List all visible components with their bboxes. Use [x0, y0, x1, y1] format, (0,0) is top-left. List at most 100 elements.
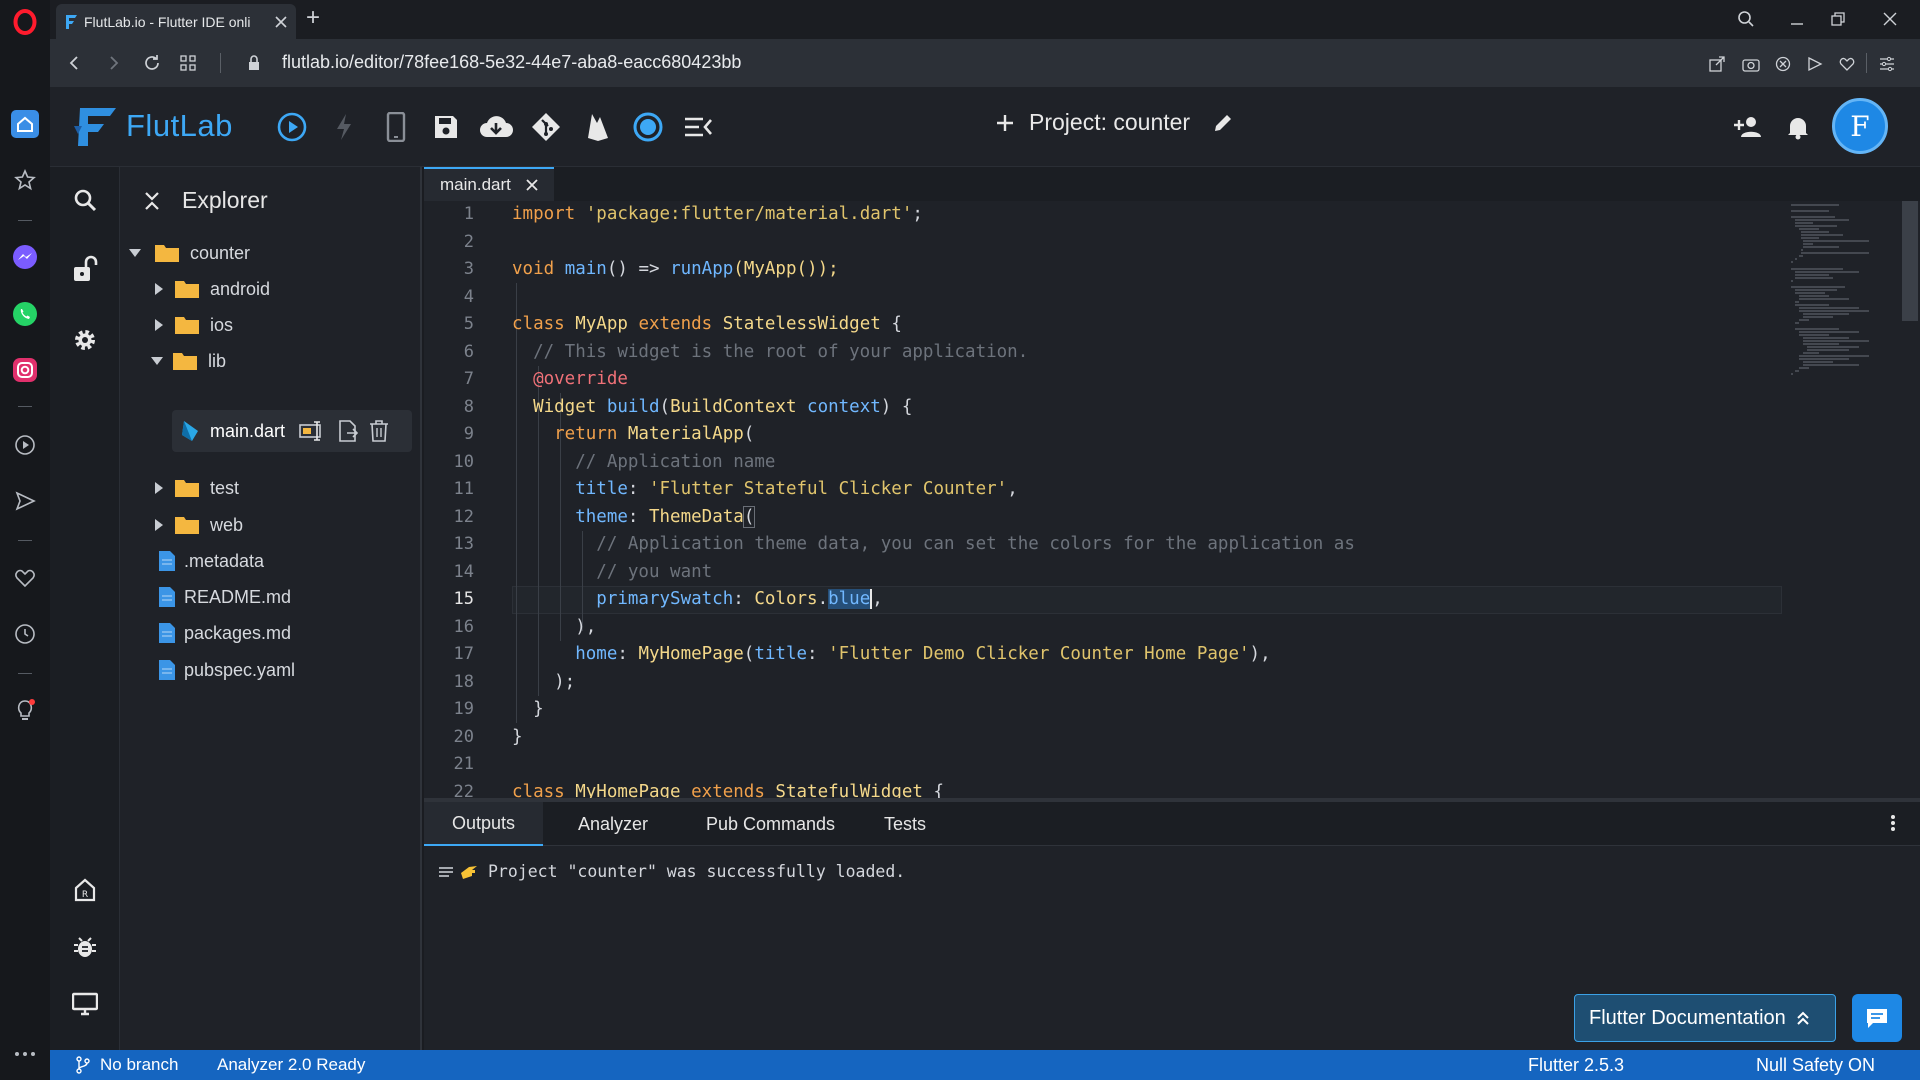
- share-icon[interactable]: [1706, 53, 1728, 75]
- line-number: 9: [463, 424, 474, 444]
- tab-pub-commands[interactable]: Pub Commands: [678, 802, 863, 846]
- reload-icon[interactable]: [140, 51, 164, 75]
- search-tabs-icon[interactable]: [1732, 6, 1760, 32]
- record-icon[interactable]: [628, 107, 668, 147]
- delete-file-icon[interactable]: [369, 419, 389, 443]
- null-safety-status[interactable]: Null Safety ON: [1756, 1055, 1875, 1076]
- tree-item-counter[interactable]: counter: [120, 235, 420, 271]
- tree-item-ios[interactable]: ios: [120, 307, 420, 343]
- save-icon[interactable]: [426, 107, 466, 147]
- menu-collapse-icon[interactable]: [678, 107, 718, 147]
- adblock-icon[interactable]: [1772, 53, 1794, 75]
- editor-tab-main-dart[interactable]: main.dart: [424, 167, 554, 201]
- tab-analyzer[interactable]: Analyzer: [550, 802, 676, 846]
- instagram-icon[interactable]: [11, 356, 39, 384]
- code-line-18: );: [512, 671, 576, 692]
- tree-item-android[interactable]: android: [120, 271, 420, 307]
- back-icon[interactable]: [62, 51, 86, 75]
- duplicate-file-icon[interactable]: [337, 419, 359, 443]
- close-window-icon[interactable]: [1876, 6, 1904, 32]
- collapsed-arrow-icon[interactable]: [152, 282, 166, 296]
- branch-status[interactable]: No branch: [76, 1055, 178, 1075]
- hot-reload-icon[interactable]: [324, 107, 364, 147]
- tab-outputs[interactable]: Outputs: [424, 802, 544, 846]
- restore-icon[interactable]: [1824, 6, 1852, 32]
- left-tool-strip: R: [50, 167, 120, 1050]
- code-editor[interactable]: 1 2 3 4 5 6 7 8 9 10 11 12 13 14 15 16 1…: [424, 201, 1920, 798]
- tree-item-lib[interactable]: lib: [120, 343, 420, 379]
- rename-file-icon[interactable]: [299, 421, 327, 441]
- expanded-arrow-icon[interactable]: [150, 354, 164, 368]
- chat-button[interactable]: [1852, 994, 1902, 1042]
- file-icon: [158, 586, 176, 608]
- collapsed-arrow-icon[interactable]: [152, 481, 166, 495]
- tree-item-readme[interactable]: README.md: [120, 579, 420, 615]
- new-tab-button[interactable]: +: [306, 4, 320, 32]
- forward-icon[interactable]: [102, 51, 126, 75]
- panel-more-icon[interactable]: [1890, 814, 1896, 832]
- lock-icon[interactable]: [242, 51, 266, 75]
- debug-bug-icon[interactable]: [68, 930, 102, 964]
- flutter-version[interactable]: Flutter 2.5.3: [1528, 1055, 1624, 1076]
- line-number: 14: [453, 561, 474, 582]
- bottom-panel: Outputs Analyzer Pub Commands Tests Proj…: [424, 798, 1920, 1050]
- notifications-bell-icon[interactable]: [1780, 109, 1816, 145]
- bookmark-heart-icon[interactable]: [1836, 53, 1858, 75]
- add-project-icon[interactable]: [995, 113, 1015, 133]
- minimize-icon[interactable]: [1783, 6, 1811, 32]
- search-icon[interactable]: [68, 183, 102, 217]
- camera-icon[interactable]: [1740, 53, 1762, 75]
- device-icon[interactable]: [376, 107, 416, 147]
- tree-item-packages[interactable]: packages.md: [120, 615, 420, 651]
- tree-item-test[interactable]: test: [120, 470, 420, 506]
- user-avatar[interactable]: F: [1832, 98, 1888, 154]
- doc-button-label: Flutter Documentation: [1589, 1006, 1786, 1029]
- flutter-documentation-button[interactable]: Flutter Documentation: [1574, 994, 1836, 1042]
- opera-logo-icon[interactable]: [11, 8, 39, 36]
- git-icon[interactable]: [526, 107, 566, 147]
- player-icon[interactable]: [11, 431, 39, 459]
- bookmarks-star-icon[interactable]: [11, 166, 39, 194]
- editor-scrollbar[interactable]: [1902, 201, 1918, 321]
- collapsed-arrow-icon[interactable]: [152, 318, 166, 332]
- tree-item-web[interactable]: web: [120, 507, 420, 543]
- tab-tests[interactable]: Tests: [856, 802, 954, 846]
- heart-icon[interactable]: [11, 564, 39, 592]
- home-shield-icon[interactable]: R: [68, 873, 102, 907]
- tab-grid-icon[interactable]: [176, 51, 200, 75]
- home-icon[interactable]: [11, 110, 39, 138]
- add-user-icon[interactable]: [1730, 109, 1766, 145]
- send-icon[interactable]: [11, 487, 39, 515]
- collapse-explorer-icon[interactable]: [144, 191, 160, 211]
- messenger-icon[interactable]: [11, 243, 39, 271]
- line-number: 20: [453, 726, 474, 747]
- whatsapp-icon[interactable]: [11, 300, 39, 328]
- tree-item-pubspec[interactable]: pubspec.yaml: [120, 652, 420, 688]
- flutlab-logo[interactable]: FlutLab: [72, 104, 233, 148]
- easy-setup-icon[interactable]: [1876, 53, 1898, 75]
- close-tab-icon[interactable]: [274, 15, 288, 29]
- lightbulb-icon[interactable]: [11, 696, 39, 724]
- settings-gear-icon[interactable]: [68, 323, 102, 357]
- code-minimap[interactable]: [1789, 201, 1909, 401]
- monitor-icon[interactable]: [68, 987, 102, 1021]
- history-clock-icon[interactable]: [11, 620, 39, 648]
- tree-item-metadata[interactable]: .metadata: [120, 543, 420, 579]
- edit-project-icon[interactable]: [1212, 112, 1234, 134]
- run-icon[interactable]: [272, 107, 312, 147]
- url-field[interactable]: flutlab.io/editor/78fee168-5e32-44e7-aba…: [282, 52, 741, 73]
- line-number: 2: [463, 231, 474, 252]
- unlock-icon[interactable]: [68, 252, 102, 286]
- tree-item-main-dart[interactable]: main.dart: [120, 413, 420, 449]
- flow-send-icon[interactable]: [1804, 53, 1826, 75]
- more-dots-icon[interactable]: [11, 1040, 39, 1068]
- line-number: 6: [463, 341, 474, 362]
- browser-tab[interactable]: FlutLab.io - Flutter IDE onli: [56, 4, 296, 39]
- firebase-icon[interactable]: [578, 107, 618, 147]
- close-editor-tab-icon[interactable]: [525, 178, 539, 192]
- collapsed-arrow-icon[interactable]: [152, 518, 166, 532]
- cloud-download-icon[interactable]: [476, 107, 516, 147]
- tree-item-label: main.dart: [210, 420, 286, 441]
- line-number-current: 15: [453, 589, 474, 609]
- expanded-arrow-icon[interactable]: [128, 246, 142, 260]
